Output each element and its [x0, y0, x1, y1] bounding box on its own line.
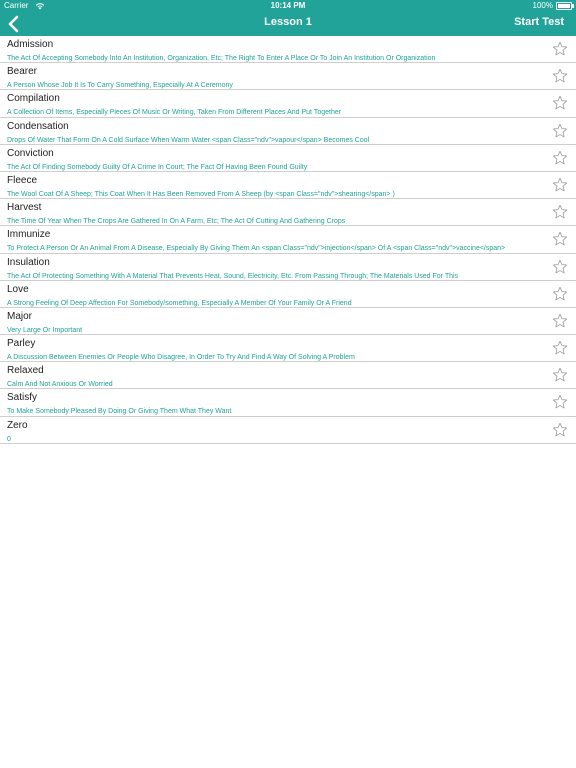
word-definition: A Discussion Between Enemies Or People W…: [7, 354, 355, 362]
word-definition: Drops Of Water That Form On A Cold Surfa…: [7, 136, 370, 144]
word-list: Admission The Act Of Accepting Somebody …: [0, 36, 576, 444]
star-outline-icon[interactable]: [552, 68, 568, 84]
word-row-parley[interactable]: Parley A Discussion Between Enemies Or P…: [0, 335, 576, 363]
star-outline-icon[interactable]: [552, 394, 568, 410]
app-header: Carrier 10:14 PM 100% Lesson 1 Start Tes…: [0, 0, 576, 36]
word-title: Relaxed: [7, 365, 44, 377]
word-definition: The Act Of Protecting Something With A M…: [7, 272, 459, 280]
star-outline-icon[interactable]: [552, 231, 568, 247]
word-row-compilation[interactable]: Compilation A Collection Of Items, Espec…: [0, 90, 576, 118]
word-definition: 0: [7, 435, 11, 443]
word-definition: Very Large Or Important: [7, 326, 83, 334]
word-title: Zero: [7, 419, 28, 431]
word-row-admission[interactable]: Admission The Act Of Accepting Somebody …: [0, 36, 576, 64]
star-outline-icon[interactable]: [552, 286, 568, 302]
word-title: Harvest: [7, 202, 42, 214]
star-outline-icon[interactable]: [552, 204, 568, 220]
battery-percent: 100%: [532, 1, 553, 10]
word-row-love[interactable]: Love A Strong Feeling Of Deep Affection …: [0, 281, 576, 308]
word-definition: The Act Of Finding Somebody Guilty Of A …: [7, 163, 308, 171]
word-definition: Calm And Not Anxious Or Worried: [7, 381, 113, 389]
star-outline-icon[interactable]: [552, 150, 568, 166]
word-row-condensation[interactable]: Condensation Drops Of Water That Form On…: [0, 118, 576, 145]
word-title: Bearer: [7, 66, 38, 78]
word-row-fleece[interactable]: Fleece The Wool Coat Of A Sheep; This Co…: [0, 172, 576, 200]
word-title: Major: [7, 310, 33, 322]
battery-icon: [556, 2, 574, 10]
star-outline-icon[interactable]: [552, 95, 568, 111]
word-definition: The Wool Coat Of A Sheep; This Coat When…: [7, 190, 395, 198]
word-title: Satisfy: [7, 392, 38, 404]
status-time: 10:14 PM: [270, 1, 306, 10]
star-outline-icon[interactable]: [552, 422, 568, 438]
star-outline-icon[interactable]: [552, 259, 568, 275]
word-row-harvest[interactable]: Harvest The Time Of Year When The Crops …: [0, 199, 576, 227]
word-title: Immunize: [7, 229, 51, 241]
word-title: Condensation: [7, 120, 69, 132]
page-title: Lesson 1: [264, 16, 312, 28]
status-bar: Carrier 10:14 PM 100%: [0, 0, 576, 12]
word-definition: A Person Whose Job It Is To Carry Someth…: [7, 82, 233, 90]
word-title: Parley: [7, 338, 36, 350]
word-title: Fleece: [7, 174, 38, 186]
battery-fill: [558, 4, 570, 8]
word-definition: To Make Somebody Pleased By Doing Or Giv…: [7, 408, 232, 416]
word-title: Insulation: [7, 256, 50, 268]
battery-indicator: 100%: [532, 0, 574, 12]
word-row-relaxed[interactable]: Relaxed Calm And Not Anxious Or Worried: [0, 362, 576, 390]
start-test-button[interactable]: Start Test: [514, 16, 564, 28]
word-row-zero[interactable]: Zero 0: [0, 417, 576, 444]
navigation-bar: Lesson 1 Start Test: [0, 12, 576, 36]
star-outline-icon[interactable]: [552, 123, 568, 139]
word-title: Conviction: [7, 147, 54, 159]
word-row-insulation[interactable]: Insulation The Act Of Protecting Somethi…: [0, 254, 576, 281]
star-outline-icon[interactable]: [552, 367, 568, 383]
word-definition: A Collection Of Items, Especially Pieces…: [7, 109, 342, 117]
word-row-satisfy[interactable]: Satisfy To Make Somebody Pleased By Doin…: [0, 389, 576, 417]
word-row-conviction[interactable]: Conviction The Act Of Finding Somebody G…: [0, 145, 576, 172]
word-title: Admission: [7, 39, 54, 50]
word-definition: The Act Of Accepting Somebody Into An In…: [7, 55, 436, 62]
star-outline-icon[interactable]: [552, 41, 568, 57]
star-outline-icon[interactable]: [552, 313, 568, 329]
word-definition: The Time Of Year When The Crops Are Gath…: [7, 218, 346, 226]
word-row-major[interactable]: Major Very Large Or Important: [0, 308, 576, 336]
star-outline-icon[interactable]: [552, 177, 568, 193]
word-row-bearer[interactable]: Bearer A Person Whose Job It Is To Carry…: [0, 63, 576, 91]
star-outline-icon[interactable]: [552, 340, 568, 356]
word-definition: To Protect A Person Or An Animal From A …: [7, 245, 506, 253]
word-title: Compilation: [7, 93, 60, 105]
word-row-immunize[interactable]: Immunize To Protect A Person Or An Anima…: [0, 226, 576, 254]
word-definition: A Strong Feeling Of Deep Affection For S…: [7, 299, 352, 307]
word-title: Love: [7, 283, 29, 295]
